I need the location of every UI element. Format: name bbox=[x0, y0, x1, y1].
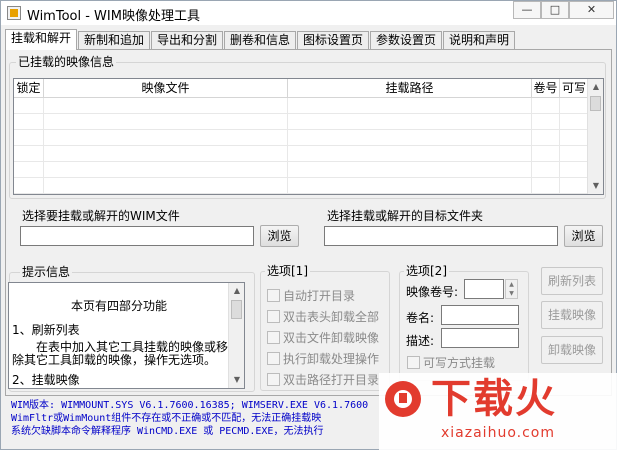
tab-about[interactable]: 说明和声明 bbox=[443, 31, 515, 50]
table-row[interactable] bbox=[14, 98, 589, 114]
close-button[interactable]: ✕ bbox=[569, 1, 614, 19]
volume-name-label: 卷名: bbox=[406, 311, 435, 325]
options1-label: 选项[1] bbox=[265, 264, 310, 278]
tab-icon-settings[interactable]: 图标设置页 bbox=[297, 31, 369, 50]
watermark-logo-icon bbox=[385, 381, 421, 417]
column-mount-path[interactable]: 挂载路径 bbox=[288, 79, 532, 98]
watermark-domain: xiazaihuo.com bbox=[441, 425, 555, 441]
browse-target-button[interactable]: 浏览 bbox=[564, 225, 603, 247]
column-image-file[interactable]: 映像文件 bbox=[44, 79, 288, 98]
tab-create-append[interactable]: 新制和追加 bbox=[78, 31, 150, 50]
table-row[interactable] bbox=[14, 162, 589, 178]
checkbox-label: 双击文件卸载映像 bbox=[283, 331, 380, 345]
volume-spinner[interactable]: ▲ ▼ bbox=[505, 279, 518, 299]
refresh-list-button[interactable]: 刷新列表 bbox=[541, 267, 603, 295]
minimize-button[interactable]: — bbox=[513, 1, 541, 19]
watermark-text: 下载火 bbox=[431, 376, 557, 422]
column-writable[interactable]: 可写 bbox=[560, 79, 589, 98]
scroll-up-arrow-icon[interactable]: ▲ bbox=[588, 79, 603, 95]
dblclick-header-unmount-checkbox[interactable]: 双击表头卸载全部 bbox=[267, 308, 379, 324]
mounted-images-table[interactable]: 锁定 映像文件 挂载路径 卷号 可写 ▲ ▼ bbox=[13, 78, 604, 195]
checkbox-label: 可写方式挂载 bbox=[423, 356, 496, 370]
hint-desc-refresh: 在表中加入其它工具挂载的映像或移除其它工具卸载的映像，操作无选项。 bbox=[12, 340, 229, 367]
tab-mount-unpack[interactable]: 挂载和解开 bbox=[5, 29, 77, 50]
description-input[interactable] bbox=[441, 328, 519, 348]
volume-name-input[interactable] bbox=[441, 305, 519, 325]
description-label: 描述: bbox=[406, 334, 435, 348]
unmount-image-button[interactable]: 卸载映像 bbox=[541, 336, 603, 364]
writable-mount-checkbox[interactable]: 可写方式挂载 bbox=[407, 354, 495, 370]
watermark: 下载火 xiazaihuo.com bbox=[379, 373, 617, 451]
checkbox-box[interactable] bbox=[267, 289, 280, 302]
select-wim-label: 选择要挂载或解开的WIM文件 bbox=[20, 209, 182, 223]
table-row[interactable] bbox=[14, 130, 589, 146]
scroll-thumb[interactable] bbox=[231, 300, 242, 319]
volume-number-label: 映像卷号: bbox=[406, 285, 459, 299]
checkbox-label: 双击表头卸载全部 bbox=[283, 310, 380, 324]
checkbox-box[interactable] bbox=[267, 373, 280, 386]
hint-scrollbar[interactable]: ▲ ▼ bbox=[228, 283, 244, 388]
column-locked[interactable]: 锁定 bbox=[14, 79, 44, 98]
title-bar: WimTool - WIM映像处理工具 — □ ✕ bbox=[1, 1, 616, 25]
table-row[interactable] bbox=[14, 114, 589, 130]
checkbox-box[interactable] bbox=[407, 356, 420, 369]
app-window: WimTool - WIM映像处理工具 — □ ✕ 挂载和解开 新制和追加 导出… bbox=[0, 0, 617, 451]
checkbox-label: 自动打开目录 bbox=[283, 289, 356, 303]
checkbox-box[interactable] bbox=[267, 310, 280, 323]
mounted-images-label: 已挂载的映像信息 bbox=[16, 55, 117, 69]
target-folder-input[interactable] bbox=[324, 226, 558, 246]
maximize-button[interactable]: □ bbox=[541, 1, 569, 19]
checkbox-label: 双击路径打开目录 bbox=[283, 373, 380, 387]
dblclick-path-open-checkbox[interactable]: 双击路径打开目录 bbox=[267, 371, 379, 387]
hint-item-refresh: 1、刷新列表 bbox=[12, 323, 80, 337]
auto-open-dir-checkbox[interactable]: 自动打开目录 bbox=[267, 287, 355, 303]
tab-param-settings[interactable]: 参数设置页 bbox=[370, 31, 442, 50]
hint-label: 提示信息 bbox=[20, 265, 73, 279]
browse-wim-button[interactable]: 浏览 bbox=[260, 225, 299, 247]
scroll-down-arrow-icon[interactable]: ▼ bbox=[229, 372, 244, 388]
dblclick-file-unmount-checkbox[interactable]: 双击文件卸载映像 bbox=[267, 329, 379, 345]
hint-item-mount: 2、挂载映像 bbox=[12, 373, 80, 387]
scroll-thumb[interactable] bbox=[590, 96, 601, 111]
tab-export-split[interactable]: 导出和分割 bbox=[151, 31, 223, 50]
scroll-down-arrow-icon[interactable]: ▼ bbox=[588, 178, 603, 194]
tab-delete-info[interactable]: 删卷和信息 bbox=[224, 31, 296, 50]
column-volume[interactable]: 卷号 bbox=[532, 79, 560, 98]
table-scrollbar[interactable]: ▲ ▼ bbox=[587, 79, 603, 194]
volume-number-input[interactable] bbox=[464, 279, 504, 299]
hint-title: 本页有四部分功能 bbox=[70, 299, 167, 313]
select-target-label: 选择挂载或解开的目标文件夹 bbox=[325, 209, 486, 223]
checkbox-box[interactable] bbox=[267, 331, 280, 344]
wim-file-input[interactable] bbox=[20, 226, 254, 246]
table-row[interactable] bbox=[14, 146, 589, 162]
spin-up-icon[interactable]: ▲ bbox=[506, 280, 517, 289]
hint-text-box[interactable]: 本页有四部分功能 1、刷新列表 在表中加入其它工具挂载的映像或移除其它工具卸载的… bbox=[8, 282, 245, 389]
checkbox-box[interactable] bbox=[267, 352, 280, 365]
window-title: WimTool - WIM映像处理工具 bbox=[27, 9, 200, 24]
spin-down-icon[interactable]: ▼ bbox=[506, 289, 517, 298]
app-icon bbox=[7, 6, 21, 20]
table-row[interactable] bbox=[14, 178, 589, 194]
run-unmount-process-checkbox[interactable]: 执行卸载处理操作 bbox=[267, 350, 379, 366]
mount-image-button[interactable]: 挂载映像 bbox=[541, 301, 603, 329]
checkbox-label: 执行卸载处理操作 bbox=[283, 352, 380, 366]
scroll-up-arrow-icon[interactable]: ▲ bbox=[229, 283, 244, 299]
options2-label: 选项[2] bbox=[404, 264, 449, 278]
